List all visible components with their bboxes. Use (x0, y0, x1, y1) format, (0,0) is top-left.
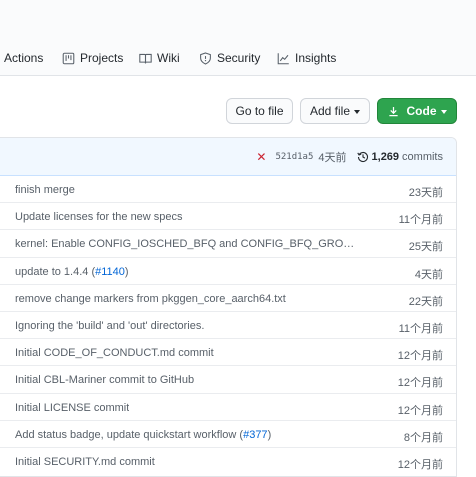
code-button[interactable]: Code (377, 98, 457, 124)
issue-link[interactable]: #377 (243, 429, 267, 441)
commit-message-link[interactable]: Ignoring the 'build' and 'out' directori… (15, 320, 204, 332)
nav-label: Security (217, 51, 261, 65)
commit-message-link[interactable]: Initial LICENSE commit (15, 402, 129, 414)
commit-age: 12个月前 (397, 404, 443, 417)
commit-message: kernel: Enable CONFIG_IOSCHED_BFQ and CO… (15, 238, 360, 251)
file-navigation-box: ✕ 521d1a5 4天前 1,269 commits finish merge… (0, 137, 457, 477)
list-item: Ignoring the 'build' and 'out' directori… (0, 312, 456, 340)
tab-security[interactable]: Security (199, 50, 260, 66)
commit-message: Update licenses for the new specs (15, 211, 183, 224)
nav-label: Actions (4, 51, 44, 65)
commit-age: 12个月前 (397, 377, 443, 390)
commit-message: Add status badge, update quickstart work… (15, 428, 244, 441)
commit-message-suffix: ) (124, 265, 129, 278)
commit-message: Initial CBL-Mariner commit to GitHub (15, 374, 195, 387)
commit-message: finish merge (15, 184, 75, 196)
commit-message: Initial LICENSE commit (15, 401, 130, 414)
latest-commit-meta: ✕ 521d1a5 4天前 1,269 commits (256, 149, 443, 165)
commit-age: 11个月前 (398, 214, 443, 227)
tab-wiki[interactable]: Wiki (139, 50, 180, 66)
list-item: kernel: Enable CONFIG_IOSCHED_BFQ and CO… (0, 230, 456, 258)
commit-message-link[interactable]: Add status badge, update quickstart work… (15, 429, 271, 441)
commit-message-link[interactable]: remove change markers from pkggen_core_a… (15, 293, 286, 305)
commits-history-link[interactable]: 1,269 commits (356, 151, 443, 163)
list-item: Update licenses for the new specs 11个月前 (0, 203, 456, 231)
nav-label: Insights (295, 51, 337, 65)
commit-age: 25天前 (408, 241, 443, 254)
commit-message: Initial CODE_OF_CONDUCT.md commit (15, 347, 214, 360)
go-to-file-button[interactable]: Go to file (226, 98, 293, 124)
commit-message-link[interactable]: kernel: Enable CONFIG_IOSCHED_BFQ and CO… (15, 238, 360, 250)
commit-message-link[interactable]: update to 1.4.4 (#1140) (15, 266, 129, 278)
repo-nav: Actions Projects Wiki Security Insights (0, 0, 476, 76)
history-icon (356, 151, 369, 163)
commit-age: 23天前 (408, 187, 443, 199)
commit-age: 11个月前 (398, 322, 443, 335)
commit-age: 22天前 (408, 295, 443, 308)
list-item: Initial SECURITY.md commit 12个月前 (0, 448, 456, 475)
commit-message: update to 1.4.4 ( (15, 265, 96, 278)
graph-icon (277, 52, 290, 65)
x-icon[interactable]: ✕ (256, 150, 266, 164)
commit-message: Ignoring the 'build' and 'out' directori… (15, 319, 205, 332)
commit-message-suffix: ) (267, 428, 272, 441)
chevron-down-icon (440, 109, 447, 114)
list-item: Initial CODE_OF_CONDUCT.md commit 12个月前 (0, 339, 456, 367)
commit-age: 12个月前 (397, 458, 443, 471)
project-icon (62, 52, 75, 65)
commit-message-link[interactable]: Initial CODE_OF_CONDUCT.md commit (15, 347, 214, 359)
book-icon (139, 52, 152, 65)
commit-count: 1,269 (371, 151, 400, 163)
code-label: Code (406, 104, 437, 118)
add-file-label: Add file (309, 104, 351, 118)
chevron-down-icon (354, 109, 361, 114)
list-item: Initial CBL-Mariner commit to GitHub 12个月… (0, 366, 456, 394)
tab-projects[interactable]: Projects (62, 50, 123, 66)
commit-message-link[interactable]: Update licenses for the new specs (15, 211, 183, 223)
nav-label: Wiki (157, 51, 180, 65)
commit-message-link[interactable]: finish merge (15, 184, 75, 196)
commit-age: 4天前 (414, 268, 443, 281)
commit-age: 4天前 (318, 152, 347, 164)
commit-message: Initial SECURITY.md commit (15, 455, 155, 468)
commits-label: commits (402, 151, 443, 163)
commit-message-link[interactable]: Initial SECURITY.md commit (15, 456, 155, 468)
commit-message: remove change markers from pkggen_core_a… (15, 292, 286, 305)
list-item: update to 1.4.4 (#1140) 4天前 (0, 258, 456, 285)
tab-actions[interactable]: Actions (4, 50, 43, 66)
latest-commit-bar: ✕ 521d1a5 4天前 1,269 commits (0, 138, 456, 176)
list-item: remove change markers from pkggen_core_a… (0, 285, 456, 312)
list-item: Initial LICENSE commit 12个月前 (0, 394, 456, 421)
commit-message-link[interactable]: Initial CBL-Mariner commit to GitHub (15, 374, 194, 386)
list-item: finish merge 23天前 (0, 176, 456, 204)
list-item: Add status badge, update quickstart work… (0, 421, 456, 448)
tab-insights[interactable]: Insights (277, 50, 336, 66)
commit-age: 12个月前 (397, 350, 443, 363)
shield-icon (199, 51, 212, 65)
issue-link[interactable]: #1140 (95, 266, 125, 278)
file-list: finish merge 23天前 Update licenses for the … (0, 176, 456, 475)
add-file-button[interactable]: Add file (300, 98, 370, 124)
commit-age: 8个月前 (403, 431, 443, 444)
nav-label: Projects (80, 51, 124, 65)
go-to-file-label: Go to file (235, 104, 284, 118)
commit-sha-link[interactable]: 521d1a5 (275, 152, 313, 162)
download-icon (388, 106, 399, 117)
